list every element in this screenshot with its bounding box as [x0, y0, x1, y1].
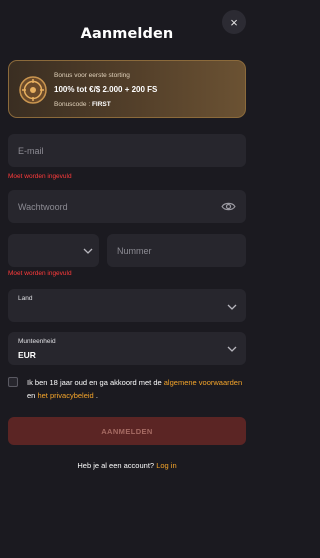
- password-field[interactable]: Wachtwoord: [8, 190, 246, 223]
- eye-icon[interactable]: [221, 201, 236, 212]
- email-error: Moet worden ingevuld: [8, 173, 72, 180]
- login-link[interactable]: Log in: [156, 461, 176, 470]
- terms-checkbox[interactable]: [8, 377, 18, 387]
- terms-text: Ik ben 18 jaar oud en ga akkoord met de …: [27, 378, 243, 400]
- country-select[interactable]: Land: [8, 289, 246, 322]
- coin-wheel-icon: [19, 76, 47, 104]
- login-prompt: Heb je al een account? Log in: [77, 461, 177, 470]
- currency-select[interactable]: Munteenheid EUR: [8, 332, 246, 365]
- chevron-down-icon: [227, 346, 237, 352]
- phone-number-placeholder: Nummer: [117, 246, 152, 256]
- bonus-offer: 100% tot €/$ 2.000 + 200 FS: [54, 85, 158, 94]
- chevron-down-icon: [227, 304, 237, 310]
- password-placeholder: Wachtwoord: [18, 202, 68, 212]
- currency-value: EUR: [18, 350, 36, 360]
- chevron-down-icon: [83, 248, 93, 254]
- bonus-label: Bonus voor eerste storting: [54, 72, 130, 79]
- modal-title: Aanmelden: [80, 26, 174, 42]
- email-field[interactable]: E-mail: [8, 134, 246, 167]
- country-label: Land: [18, 295, 33, 302]
- phone-code-select[interactable]: [8, 234, 99, 267]
- bonus-code: Bonuscode : FIRST: [54, 101, 111, 108]
- privacy-link[interactable]: het privacybeleid: [37, 391, 93, 400]
- terms-link[interactable]: algemene voorwaarden: [164, 378, 242, 387]
- phone-number-field[interactable]: Nummer: [107, 234, 246, 267]
- bonus-banner: Bonus voor eerste storting 100% tot €/$ …: [8, 60, 246, 118]
- email-placeholder: E-mail: [18, 146, 44, 156]
- register-button[interactable]: AANMELDEN: [8, 417, 246, 445]
- phone-error: Moet worden ingevuld: [8, 270, 72, 277]
- currency-label: Munteenheid: [18, 338, 56, 345]
